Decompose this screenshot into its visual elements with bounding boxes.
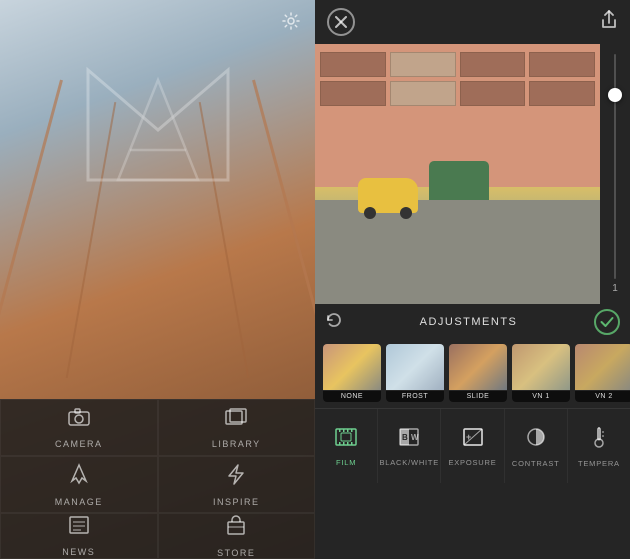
filter-vn1[interactable]: VN 1 [512, 344, 570, 402]
close-button[interactable] [327, 8, 355, 36]
bw-icon: B W [397, 426, 421, 454]
filter-frost[interactable]: FROST [386, 344, 444, 402]
left-bottom-nav: CAMERA LIBRARY MANAGE [0, 399, 315, 559]
tool-bw-label: BLACK/WHITE [379, 458, 439, 467]
nav-label-inspire: INSPIRE [213, 497, 260, 507]
camera-icon [67, 407, 91, 433]
nav-label-manage: MANAGE [55, 497, 103, 507]
app-logo [78, 50, 238, 190]
exposure-icon: + [461, 426, 485, 454]
nav-label-library: LIBRARY [212, 439, 261, 449]
settings-icon[interactable] [282, 12, 300, 35]
tool-film-label: FILM [336, 458, 356, 467]
nav-label-camera: CAMERA [55, 439, 103, 449]
svg-text:W: W [411, 433, 419, 442]
filter-vn2[interactable]: VN 2 [575, 344, 630, 402]
action-row: ADJUSTMENTS [315, 304, 630, 340]
contrast-icon [524, 425, 548, 455]
tool-temperature-label: TEMPERA [578, 459, 620, 468]
car-wheel [364, 207, 376, 219]
filter-frost-label: FROST [386, 391, 444, 402]
tool-contrast-label: CONTRAST [512, 459, 560, 468]
left-panel: CAMERA LIBRARY MANAGE [0, 0, 315, 559]
adjustments-title: ADJUSTMENTS [420, 316, 518, 328]
adjustment-slider[interactable]: 1 [600, 44, 630, 304]
temperature-icon [588, 425, 610, 455]
filter-vn1-label: VN 1 [512, 391, 570, 402]
filter-slide[interactable]: SLIDE [449, 344, 507, 402]
car-wheel [400, 207, 412, 219]
slider-value: 1 [612, 283, 618, 294]
tool-exposure[interactable]: + EXPOSURE [441, 409, 504, 483]
top-bar [315, 0, 630, 44]
nav-item-store[interactable]: STORE [158, 513, 316, 559]
svg-text:+: + [466, 432, 471, 442]
window [390, 81, 456, 106]
photo [315, 44, 600, 304]
photo-container [315, 44, 600, 304]
window [320, 81, 386, 106]
filter-vn2-label: VN 2 [575, 391, 630, 402]
undo-button[interactable] [325, 311, 343, 334]
nav-item-camera[interactable]: CAMERA [0, 399, 158, 456]
window [460, 81, 526, 106]
nav-item-news[interactable]: NEWS [0, 513, 158, 559]
store-icon [225, 514, 247, 542]
window [529, 81, 595, 106]
image-area: 1 [315, 44, 630, 304]
filter-strip: NONE FROST SLIDE VN 1 VN 2 FUN [315, 340, 630, 408]
nav-label-news: NEWS [62, 547, 95, 557]
share-button[interactable] [600, 10, 618, 35]
nav-item-inspire[interactable]: INSPIRE [158, 456, 316, 513]
film-icon [334, 426, 358, 454]
window [390, 52, 456, 77]
ground [315, 200, 600, 304]
right-panel: 1 ADJUSTMENTS NONE FROST SLIDE [315, 0, 630, 559]
yellow-car [358, 178, 418, 213]
window [460, 52, 526, 77]
window [529, 52, 595, 77]
slider-thumb[interactable] [608, 88, 622, 102]
filter-none[interactable]: NONE [323, 344, 381, 402]
inspire-icon [225, 463, 247, 491]
nav-item-manage[interactable]: MANAGE [0, 456, 158, 513]
tool-contrast[interactable]: CONTRAST [505, 409, 568, 483]
news-icon [68, 515, 90, 541]
filter-none-preview [323, 344, 381, 390]
library-icon [224, 407, 248, 433]
slider-line [614, 54, 616, 279]
confirm-button[interactable] [594, 309, 620, 335]
building-windows [320, 52, 595, 106]
filter-vn2-preview [575, 344, 630, 390]
tool-temperature[interactable]: TEMPERA [568, 409, 630, 483]
filter-slide-label: SLIDE [449, 391, 507, 402]
svg-text:B: B [402, 433, 408, 442]
nav-item-library[interactable]: LIBRARY [158, 399, 316, 456]
nav-label-store: STORE [217, 548, 255, 558]
window [320, 52, 386, 77]
tool-film[interactable]: FILM [315, 409, 378, 483]
tool-exposure-label: EXPOSURE [448, 458, 496, 467]
filter-none-label: NONE [323, 391, 381, 402]
tool-bw[interactable]: B W BLACK/WHITE [378, 409, 441, 483]
manage-icon [68, 463, 90, 491]
filter-frost-preview [386, 344, 444, 390]
filter-slide-preview [449, 344, 507, 390]
bottom-toolbar: FILM B W BLACK/WHITE + [315, 408, 630, 483]
filter-vn1-preview [512, 344, 570, 390]
